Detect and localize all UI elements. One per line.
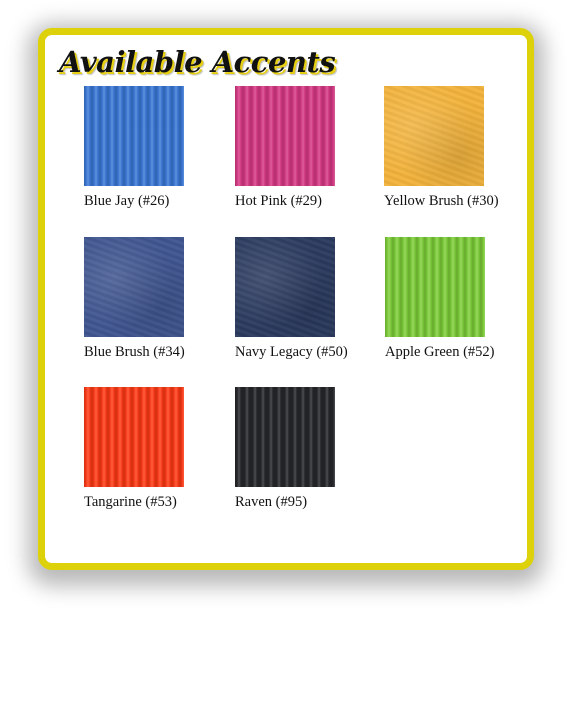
accents-panel: Available Accents Blue Jay (#26) Hot Pin…	[38, 28, 534, 570]
swatch-chip	[235, 387, 335, 487]
swatch-chip	[235, 237, 335, 337]
swatch-chip	[384, 86, 484, 186]
swatch-label: Hot Pink (#29)	[235, 193, 322, 209]
swatch-label: Navy Legacy (#50)	[235, 344, 348, 360]
page-title: Available Accents	[59, 45, 336, 79]
swatch-yellow-brush[interactable]: Yellow Brush (#30)	[384, 86, 499, 210]
swatch-label: Tangarine (#53)	[84, 494, 177, 510]
swatch-hot-pink[interactable]: Hot Pink (#29)	[235, 86, 335, 210]
swatch-label: Yellow Brush (#30)	[384, 193, 499, 209]
swatch-chip	[84, 237, 184, 337]
swatch-label: Apple Green (#52)	[385, 344, 495, 360]
swatch-chip	[84, 86, 184, 186]
swatch-raven[interactable]: Raven (#95)	[235, 387, 335, 511]
swatch-label: Raven (#95)	[235, 494, 308, 510]
swatch-label: Blue Jay (#26)	[84, 193, 170, 209]
swatch-navy-legacy[interactable]: Navy Legacy (#50)	[235, 237, 348, 361]
swatch-apple-green[interactable]: Apple Green (#52)	[385, 237, 495, 361]
swatch-chip	[84, 387, 184, 487]
swatch-tangarine[interactable]: Tangarine (#53)	[84, 387, 184, 511]
swatch-chip	[235, 86, 335, 186]
swatch-chip	[385, 237, 485, 337]
swatch-blue-brush[interactable]: Blue Brush (#34)	[84, 237, 185, 361]
swatch-label: Blue Brush (#34)	[84, 344, 185, 360]
swatch-blue-jay[interactable]: Blue Jay (#26)	[84, 86, 184, 210]
